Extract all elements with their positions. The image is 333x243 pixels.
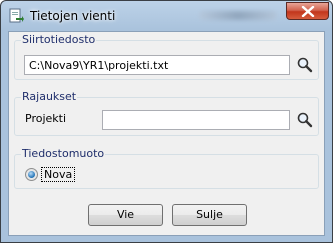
export-button[interactable]: Vie	[88, 204, 163, 226]
dialog-body: Siirtotiedosto C:\Nova9\YR1\projekti.txt…	[8, 31, 325, 236]
title-bar[interactable]: Tietojen vienti	[1, 1, 332, 31]
project-input[interactable]	[102, 110, 290, 130]
window-title: Tietojen vienti	[30, 9, 116, 23]
close-button[interactable]	[286, 2, 329, 20]
filters-legend: Rajaukset	[21, 90, 78, 104]
magnifier-icon	[296, 57, 314, 77]
nova-radio[interactable]	[25, 168, 38, 181]
project-label: Projekti	[25, 112, 67, 125]
nova-radio-label[interactable]: Nova	[41, 167, 76, 182]
cancel-button[interactable]: Sulje	[172, 204, 247, 226]
filters-group: Rajaukset Projekti	[14, 90, 319, 136]
source-file-input[interactable]: C:\Nova9\YR1\projekti.txt	[24, 55, 290, 75]
dialog-window: Tietojen vienti Siirtotiedosto C:\Nova9\…	[0, 0, 333, 243]
blurred-title-area	[199, 11, 277, 20]
source-file-browse-button[interactable]	[296, 56, 314, 74]
file-format-legend: Tiedostomuoto	[21, 147, 106, 161]
magnifier-icon	[296, 112, 314, 132]
project-search-button[interactable]	[296, 111, 314, 129]
source-file-group: Siirtotiedosto C:\Nova9\YR1\projekti.txt	[14, 33, 319, 80]
radio-selected-dot	[28, 171, 35, 178]
source-file-legend: Siirtotiedosto	[21, 33, 97, 47]
file-format-group: Tiedostomuoto Nova	[14, 147, 319, 189]
document-export-icon	[8, 8, 24, 24]
